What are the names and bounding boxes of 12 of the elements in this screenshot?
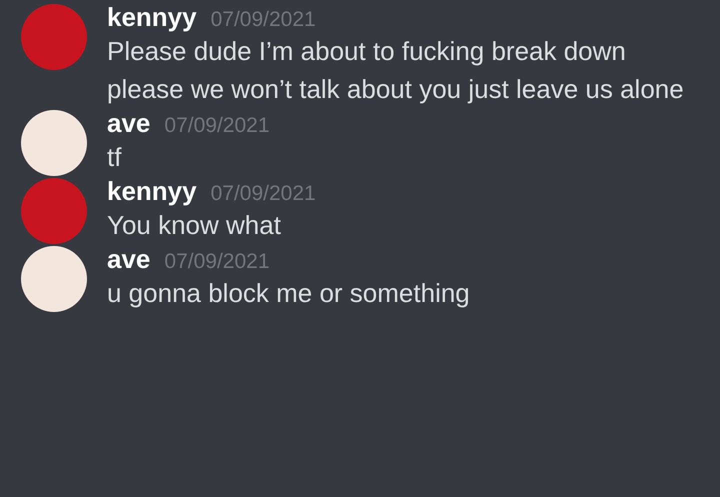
- timestamp: 07/09/2021: [210, 182, 316, 206]
- timestamp: 07/09/2021: [210, 8, 316, 32]
- username[interactable]: kennyy: [107, 176, 197, 207]
- username[interactable]: ave: [107, 108, 150, 139]
- message-text: tf: [107, 141, 122, 174]
- message-text: Please dude I’m about to fucking break down please we won’t talk about you just leave us alone: [107, 35, 685, 106]
- timestamp: 07/09/2021: [164, 114, 270, 138]
- message-text: You know what: [107, 209, 282, 242]
- username[interactable]: ave: [107, 244, 150, 275]
- timestamp: 07/09/2021: [164, 250, 270, 274]
- message-text: u gonna block me or something: [107, 277, 471, 310]
- username[interactable]: kennyy: [107, 2, 197, 33]
